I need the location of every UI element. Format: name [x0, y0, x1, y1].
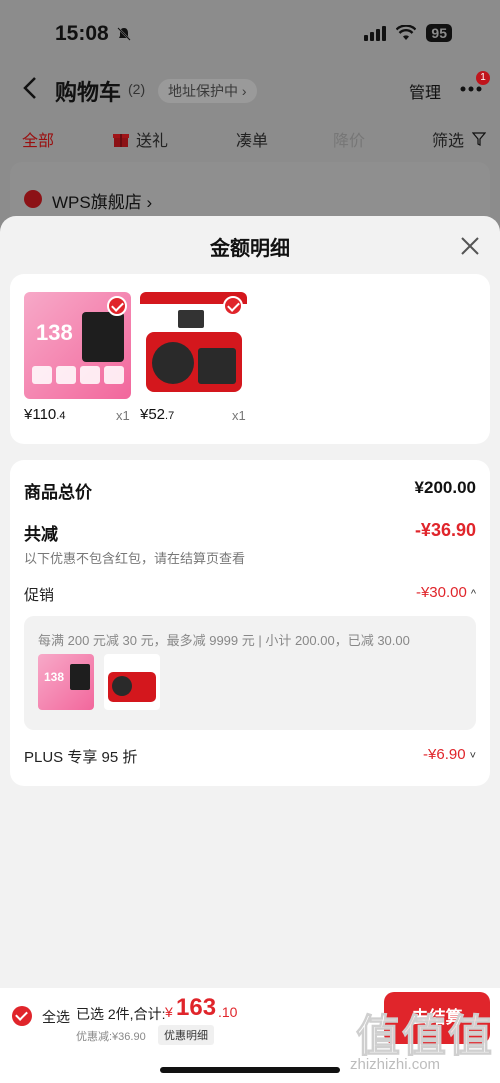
total-amount: 163 — [176, 994, 217, 1021]
plus-discount-value: -¥6.90 ˅ — [423, 746, 476, 763]
store-name[interactable]: WPS旗舰店 › — [52, 188, 152, 213]
tab-gift-label: 送礼 — [136, 133, 169, 150]
total-price-label: 商品总价 — [24, 483, 92, 502]
total-price-value: ¥200.00 — [414, 478, 476, 497]
product-qty: x1 — [232, 408, 246, 423]
product-qty: x1 — [116, 408, 130, 423]
total-currency: ¥ — [165, 1004, 173, 1020]
speaker-graphic — [112, 676, 132, 696]
card-graphic — [82, 312, 124, 362]
filter-icon — [472, 132, 487, 146]
discount-detail-button[interactable]: 优惠明细 — [158, 1025, 214, 1045]
speaker-graphic — [152, 342, 194, 384]
promotion-detail-box: 每满 200 元减 30 元，最多减 9999 元 | 小计 200.00，已减… — [24, 616, 476, 730]
tab-price-drop[interactable]: 降价 — [333, 127, 365, 151]
status-icons: 95 — [364, 24, 452, 42]
plus-discount-label: PLUS 专享 95 折 — [24, 749, 138, 766]
product-image: 138 — [24, 292, 131, 399]
keypad-graphic — [198, 348, 236, 384]
product-price: ¥52.7 — [140, 406, 175, 423]
cart-page-background: 15:08 95 购物车 (2) 地址保护中 › 管理 1 全部 送礼 凑单 降… — [0, 0, 500, 242]
reduce-note: 以下优惠不包含红包，请在结算页查看 — [24, 551, 246, 566]
check-icon[interactable] — [223, 296, 243, 316]
page-title: 购物车 — [55, 80, 122, 105]
battery-indicator: 95 — [426, 24, 452, 42]
product-image-number: 138 — [36, 320, 73, 345]
back-icon[interactable] — [22, 76, 38, 100]
card-graphic — [178, 310, 204, 328]
tile-graphics — [32, 366, 124, 384]
tab-filter[interactable]: 筛选 — [432, 127, 487, 151]
promotion-description: 每满 200 元减 30 元，最多减 9999 元 | 小计 200.00，已减… — [38, 633, 410, 648]
close-icon[interactable] — [460, 236, 480, 256]
signal-icon — [364, 25, 387, 41]
amount-detail-sheet: 金额明细 138 ¥110.4 x1 ¥52.7 x1 商品总价 ¥200.00… — [0, 216, 500, 988]
sheet-title: 金额明细 — [210, 238, 290, 260]
tab-all[interactable]: 全部 — [22, 127, 54, 151]
total-reduce-label: 共减 — [24, 525, 58, 544]
status-time: 15:08 — [55, 22, 109, 45]
more-icon[interactable] — [460, 86, 482, 92]
manage-button[interactable]: 管理 — [409, 79, 441, 103]
gift-icon — [113, 134, 129, 147]
product-item[interactable]: 138 ¥110.4 x1 — [24, 292, 132, 423]
select-all-label[interactable]: 全选 — [42, 1007, 70, 1027]
products-card: 138 ¥110.4 x1 ¥52.7 x1 — [10, 274, 490, 444]
cart-count: (2) — [128, 81, 146, 97]
card-graphic — [70, 664, 90, 690]
chevron-down-icon: ˅ — [469, 750, 476, 762]
checkout-button[interactable]: 去结算 — [384, 992, 490, 1044]
chevron-up-icon: ^ — [470, 588, 476, 600]
promotion-value: -¥30.00 ^ — [415, 584, 476, 601]
promotion-label: 促销 — [24, 587, 55, 604]
product-item[interactable]: ¥52.7 x1 — [140, 292, 248, 423]
store-check-icon[interactable] — [24, 190, 42, 208]
total-reduce-value: -¥36.90 — [414, 520, 476, 540]
address-protect-badge[interactable]: 地址保护中 › — [158, 79, 257, 103]
more-badge: 1 — [476, 71, 490, 85]
total-amount-decimal: .10 — [218, 1004, 238, 1020]
select-all-check-icon[interactable] — [12, 1006, 32, 1026]
discount-summary: 优惠减:¥36.90 — [76, 1031, 146, 1043]
wifi-icon — [396, 25, 417, 40]
checkout-bar: 全选 已选 2件,合计: ¥ 163 .10 优惠减:¥36.90 优惠明细 去… — [0, 988, 500, 1083]
tab-coudan[interactable]: 凑单 — [236, 127, 268, 151]
thumb-number: 138 — [44, 670, 65, 684]
selected-summary: 已选 2件,合计: — [76, 1006, 166, 1022]
promotion-product-thumb: 138 — [38, 654, 94, 710]
product-price: ¥110.4 — [24, 406, 66, 423]
check-icon[interactable] — [107, 296, 127, 316]
tab-filter-label: 筛选 — [432, 133, 465, 150]
cart-header: 购物车 (2) 地址保护中 › 管理 1 — [0, 66, 500, 112]
filter-tabs: 全部 送礼 凑单 降价 筛选 — [0, 118, 500, 158]
tab-gift[interactable]: 送礼 — [112, 127, 168, 151]
price-summary-card: 商品总价 ¥200.00 共减 -¥36.90 以下优惠不包含红包，请在结算页查… — [10, 460, 490, 786]
status-bar: 15:08 95 — [0, 0, 500, 66]
product-image — [140, 292, 247, 399]
bell-off-icon — [117, 27, 131, 41]
promotion-product-thumb — [104, 654, 160, 710]
home-indicator — [160, 1067, 340, 1073]
